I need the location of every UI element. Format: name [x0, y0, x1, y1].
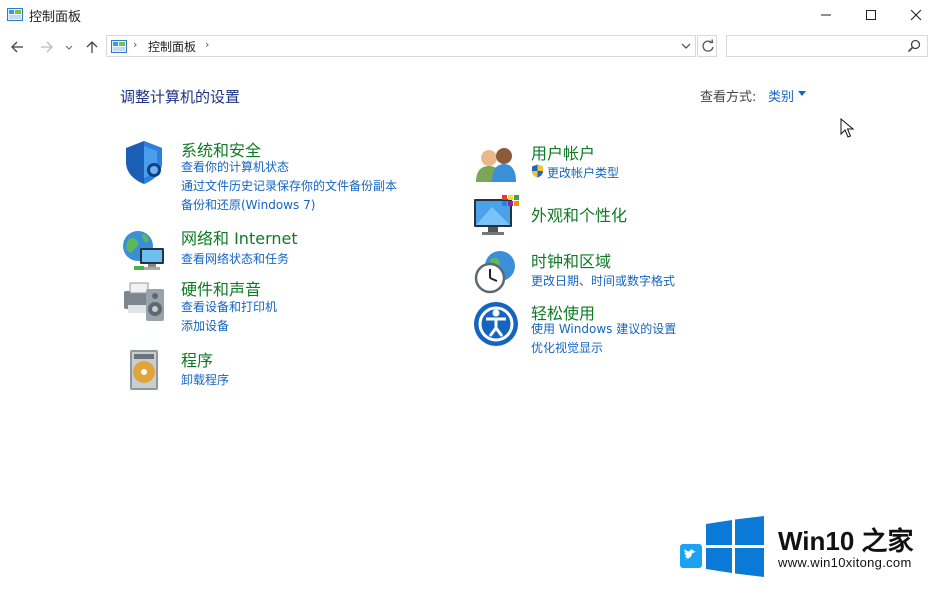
link-optimize-visual-display[interactable]: 优化视觉显示 — [531, 339, 603, 356]
category-clock-region: 时钟和区域 更改日期、时间或数字格式 — [472, 248, 802, 294]
link-network-status[interactable]: 查看网络状态和任务 — [181, 250, 289, 267]
page-title: 调整计算机的设置 — [120, 88, 241, 106]
uac-shield-icon — [532, 164, 543, 178]
close-button[interactable] — [893, 0, 935, 30]
link-change-date-time[interactable]: 更改日期、时间或数字格式 — [531, 272, 675, 289]
category-title-user-accounts[interactable]: 用户帐户 — [531, 140, 595, 164]
category-ease-of-access: 轻松使用 使用 Windows 建议的设置 优化视觉显示 — [472, 300, 802, 360]
link-file-history-backup[interactable]: 通过文件历史记录保存你的文件备份副本 — [181, 177, 397, 194]
caret-down-icon[interactable] — [798, 91, 807, 97]
category-title-clock-region[interactable]: 时钟和区域 — [531, 248, 611, 272]
users-icon[interactable] — [472, 140, 520, 188]
forward-arrow-icon — [41, 41, 53, 53]
control-panel-icon — [111, 39, 127, 53]
address-dropdown-button[interactable] — [679, 38, 693, 54]
breadcrumb-separator[interactable]: › — [205, 38, 209, 51]
category-user-accounts: 用户帐户 更改帐户类型 — [472, 140, 802, 184]
watermark: Win10 之家 www.win10xitong.com — [680, 514, 935, 589]
link-add-device[interactable]: 添加设备 — [181, 317, 229, 334]
network-globe-icon[interactable] — [120, 226, 168, 274]
search-input[interactable] — [729, 37, 903, 57]
search-icon[interactable] — [907, 39, 921, 53]
mouse-cursor-icon — [840, 118, 854, 138]
watermark-brand: Win10 之家 — [778, 526, 914, 556]
search-box[interactable] — [726, 35, 928, 57]
up-button[interactable] — [83, 37, 101, 57]
link-windows-recommended-settings[interactable]: 使用 Windows 建议的设置 — [531, 320, 676, 337]
link-devices-printers[interactable]: 查看设备和打印机 — [181, 298, 277, 315]
recent-locations-button[interactable] — [64, 37, 76, 57]
title-bar: 控制面板 — [0, 0, 935, 30]
view-by-dropdown[interactable]: 类别 — [768, 86, 794, 105]
breadcrumb-control-panel[interactable]: 控制面板 — [148, 38, 196, 55]
close-icon — [910, 9, 922, 21]
maximize-icon — [866, 10, 876, 20]
category-system-security: 系统和安全 查看你的计算机状态 通过文件历史记录保存你的文件备份副本 备份和还原… — [120, 138, 450, 218]
category-title-hardware-sound[interactable]: 硬件和声音 — [181, 276, 261, 300]
category-hardware-sound: 硬件和声音 查看设备和打印机 添加设备 — [120, 277, 450, 337]
address-bar[interactable]: › 控制面板 › — [106, 35, 696, 57]
minimize-icon — [821, 14, 831, 16]
category-network: 网络和 Internet 查看网络状态和任务 — [120, 226, 450, 272]
category-programs: 程序 卸载程序 — [120, 346, 450, 394]
category-title-programs[interactable]: 程序 — [181, 347, 213, 371]
windows-logo-icon — [706, 516, 764, 577]
printer-speaker-icon[interactable] — [120, 277, 168, 325]
link-view-computer-status[interactable]: 查看你的计算机状态 — [181, 158, 289, 175]
chevron-down-icon — [681, 43, 691, 49]
refresh-button[interactable] — [697, 35, 717, 57]
maximize-button[interactable] — [848, 0, 894, 30]
appearance-monitor-icon[interactable] — [472, 193, 520, 241]
up-arrow-icon — [86, 41, 98, 53]
back-arrow-icon — [11, 41, 23, 53]
forward-button[interactable] — [38, 37, 56, 57]
category-appearance: 外观和个性化 — [472, 193, 802, 239]
ease-of-access-icon[interactable] — [472, 300, 520, 348]
window-title: 控制面板 — [29, 10, 82, 25]
back-button[interactable] — [8, 37, 26, 57]
control-panel-icon — [7, 7, 23, 21]
link-backup-restore[interactable]: 备份和还原(Windows 7) — [181, 196, 315, 213]
link-change-account-type[interactable]: 更改帐户类型 — [547, 164, 619, 181]
programs-icon[interactable] — [120, 346, 168, 394]
shield-icon[interactable] — [120, 138, 168, 186]
recent-dropdown-icon — [65, 45, 73, 50]
watermark-url: www.win10xitong.com — [778, 555, 912, 570]
link-uninstall-program[interactable]: 卸载程序 — [181, 371, 229, 388]
refresh-icon — [702, 39, 714, 52]
view-by-label: 查看方式: — [700, 90, 757, 105]
navigation-bar: › 控制面板 › — [0, 34, 935, 60]
category-title-appearance[interactable]: 外观和个性化 — [531, 202, 627, 226]
clock-globe-icon[interactable] — [472, 248, 520, 296]
twitter-bird-icon — [680, 544, 702, 568]
category-title-network[interactable]: 网络和 Internet — [181, 225, 298, 249]
minimize-button[interactable] — [803, 0, 849, 30]
breadcrumb-separator[interactable]: › — [133, 38, 137, 51]
